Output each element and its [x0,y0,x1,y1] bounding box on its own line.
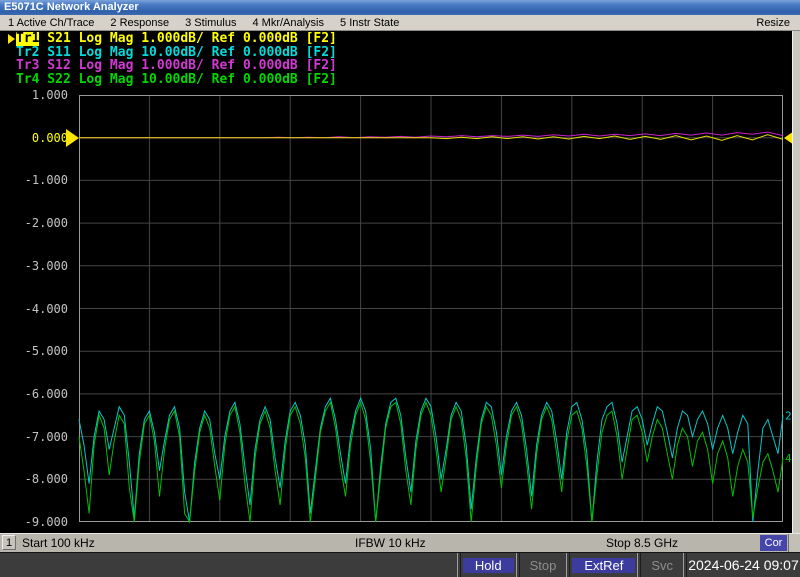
y-tick-label: -4.000 [0,302,68,316]
start-frequency-label: Start 100 kHz [22,536,95,550]
trace-row-tr4[interactable]: Tr4 S22 Log Mag 10.00dB/ Ref 0.000dB [F2… [8,73,528,87]
svc-status: Svc [641,553,683,577]
window-titlebar[interactable]: E5071C Network Analyzer [0,0,800,15]
y-tick-label: -1.000 [0,173,68,187]
trace-end-label-s11: 2 [785,409,792,422]
instrument-status-bar: Hold Stop ExtRef Svc 2024-06-24 09:07 [0,552,800,577]
trace-row-tr1[interactable]: Tr1 S21 Log Mag 1.000dB/ Ref 0.000dB [F2… [8,32,528,46]
trace-id: Tr3 [16,59,39,73]
trace-readout: Tr1 S21 Log Mag 1.000dB/ Ref 0.000dB [F2… [8,32,528,86]
trace-arrow-placeholder [8,47,16,57]
datetime-display: 2024-06-24 09:07 [687,553,800,577]
trace-id: Tr4 [16,73,39,87]
y-tick-label: -2.000 [0,216,68,230]
plot-gridlines [79,95,783,522]
stop-frequency-label: Stop 8.5 GHz [606,536,678,550]
trace-plot: 24 [79,95,783,522]
status-bar-filler [0,553,457,577]
hold-status-badge: Hold [463,558,514,573]
y-tick-label: -7.000 [0,430,68,444]
y-tick-label: 1.000 [0,88,68,102]
y-tick-label: -8.000 [0,472,68,486]
menu-item-instr-state[interactable]: 5 Instr State [340,17,399,29]
menu-bar: 1 Active Ch/Trace 2 Response 3 Stimulus … [0,15,800,31]
y-tick-label: -9.000 [0,515,68,529]
y-tick-label: 0.000 [0,131,68,145]
y-tick-label: -6.000 [0,387,68,401]
trace-arrow-placeholder [8,61,16,71]
trace-id: Tr2 [16,46,39,60]
trace-end-label-s22: 4 [785,452,792,465]
trace-id: Tr1 [16,32,39,46]
correction-status-badge: Cor [760,535,787,551]
trace-row-tr2[interactable]: Tr2 S11 Log Mag 10.00dB/ Ref 0.000dB [F2… [8,46,528,60]
menu-item-mkr-analysis[interactable]: 4 Mkr/Analysis [252,17,324,29]
trace-desc: S12 Log Mag 1.000dB/ Ref 0.000dB [F2] [47,59,337,73]
ref-level-marker-left-icon [66,129,79,147]
y-tick-label: -5.000 [0,344,68,358]
channel-status-bar: 1 Start 100 kHz IFBW 10 kHz Stop 8.5 GHz… [0,533,800,552]
menu-item-stimulus[interactable]: 3 Stimulus [185,17,236,29]
window-title: E5071C Network Analyzer [4,1,139,13]
sweep-stop-status: Stop [520,553,567,577]
menu-item-resize[interactable]: Resize [756,17,790,29]
trace-desc: S11 Log Mag 10.00dB/ Ref 0.000dB [F2] [47,46,337,60]
menu-item-response[interactable]: 2 Response [110,17,169,29]
right-edge-strip [792,31,800,533]
trace-row-tr3[interactable]: Tr3 S12 Log Mag 1.000dB/ Ref 0.000dB [F2… [8,59,528,73]
trace-desc: S21 Log Mag 1.000dB/ Ref 0.000dB [F2] [47,32,337,46]
extref-status-badge: ExtRef [572,558,635,573]
channel-bar-grip [788,534,800,552]
active-trace-arrow-icon [8,34,16,44]
menu-item-active-ch-trace[interactable]: 1 Active Ch/Trace [8,17,94,29]
analyzer-screen: E5071C Network Analyzer 1 Active Ch/Trac… [0,0,800,577]
ifbw-label: IFBW 10 kHz [355,536,426,550]
trace-arrow-placeholder [8,74,16,84]
channel-number-badge: 1 [2,535,16,550]
y-tick-label: -3.000 [0,259,68,273]
trace-desc: S22 Log Mag 10.00dB/ Ref 0.000dB [F2] [47,73,337,87]
